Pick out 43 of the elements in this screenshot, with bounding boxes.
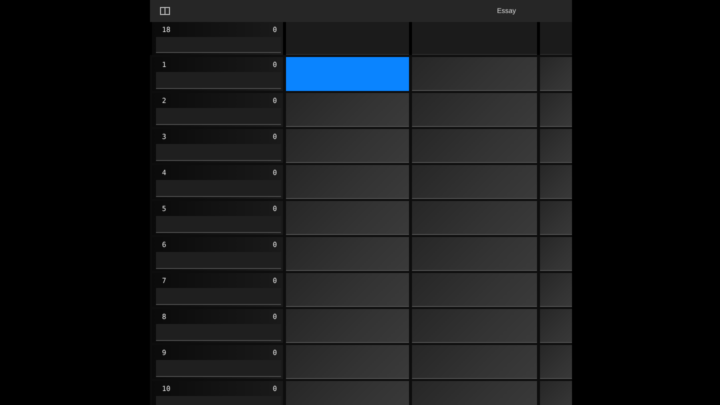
grid-cell[interactable] [540,165,572,199]
header-cell[interactable] [412,22,537,55]
grid-cell[interactable] [540,309,572,343]
input-field[interactable] [156,288,281,305]
grid-cell[interactable] [412,237,537,271]
grid-cell[interactable] [412,273,537,307]
grid-cell[interactable] [286,381,409,405]
grid-cell[interactable] [286,57,409,91]
input-field[interactable] [156,108,281,125]
header-cell[interactable] [286,22,409,55]
grid-cell[interactable] [540,201,572,235]
input-field[interactable] [156,324,281,341]
input-field[interactable] [156,144,281,161]
grid-cell[interactable] [412,93,537,127]
grid-cell[interactable] [286,237,409,271]
input-field[interactable] [156,180,281,197]
grid-cell[interactable] [286,129,409,163]
sidebar-toggle-icon[interactable] [160,7,170,15]
grid-cell[interactable] [412,309,537,343]
grid-cell[interactable] [412,201,537,235]
input-field[interactable] [156,216,281,233]
grid-cell[interactable] [540,93,572,127]
grid-cell[interactable] [286,273,409,307]
grid-cell[interactable] [540,237,572,271]
grid-cell[interactable] [540,273,572,307]
grid-cell[interactable] [412,129,537,163]
input-field[interactable] [156,37,281,53]
grid-cell[interactable] [286,201,409,235]
grid-cell[interactable] [540,57,572,91]
input-field[interactable] [156,360,281,377]
grid-cell[interactable] [540,129,572,163]
input-field[interactable] [156,252,281,269]
grid-cell[interactable] [286,309,409,343]
grid-cell[interactable] [412,345,537,379]
input-field[interactable] [156,72,281,89]
grid-cell[interactable] [286,93,409,127]
grid-cell[interactable] [286,345,409,379]
grid-cell[interactable] [412,57,537,91]
grid-cell[interactable] [286,165,409,199]
grid-cell[interactable] [412,381,537,405]
grid-cell[interactable] [540,345,572,379]
header-cell[interactable] [540,22,572,55]
grid-cell[interactable] [412,165,537,199]
